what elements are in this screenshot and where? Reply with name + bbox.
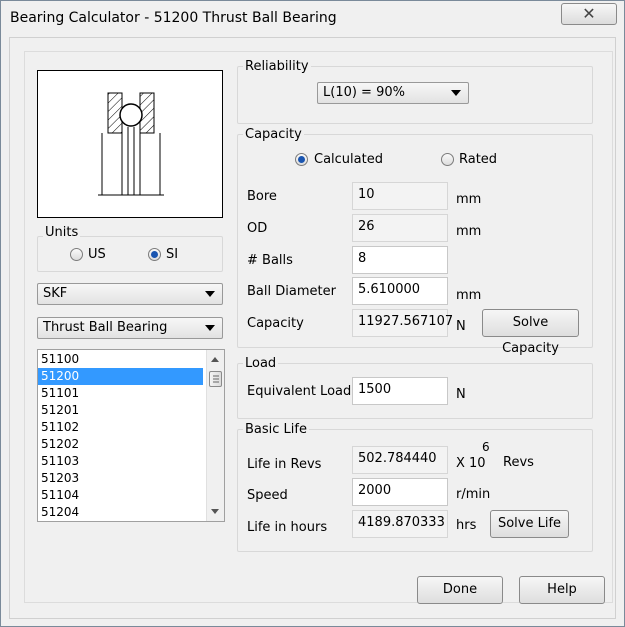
list-item[interactable]: 51103 bbox=[38, 453, 203, 470]
calculated-radio-dot bbox=[298, 156, 305, 163]
done-button[interactable]: Done bbox=[417, 576, 503, 604]
thrust-bearing-diagram bbox=[98, 92, 164, 196]
manufacturer-value: SKF bbox=[43, 286, 68, 301]
life-revs-multiplier: X 10 bbox=[456, 456, 486, 471]
od-field: 26 bbox=[352, 214, 448, 242]
solve-capacity-button[interactable]: Solve Capacity bbox=[482, 309, 579, 356]
solve-life-button[interactable]: Solve Life bbox=[490, 510, 569, 538]
grip-icon bbox=[213, 375, 219, 383]
speed-label: Speed bbox=[247, 488, 288, 503]
dialog-client: Units US SI SKF Thrust Ball Bearing 5110… bbox=[9, 37, 616, 619]
bearing-type-value: Thrust Ball Bearing bbox=[43, 320, 168, 335]
life-revs-unit: Revs bbox=[503, 455, 534, 470]
list-item[interactable]: 51100 bbox=[38, 351, 203, 368]
life-revs-field: 502.784440 bbox=[352, 446, 448, 474]
bore-field: 10 bbox=[352, 182, 448, 210]
dialog-panel: Units US SI SKF Thrust Ball Bearing 5110… bbox=[24, 51, 613, 603]
list-item[interactable]: 51203 bbox=[38, 470, 203, 487]
ball-diameter-label: Ball Diameter bbox=[247, 284, 336, 299]
list-item[interactable]: 51202 bbox=[38, 436, 203, 453]
balls-label: # Balls bbox=[247, 253, 293, 268]
units-si-label: SI bbox=[166, 247, 179, 262]
close-icon: ✕ bbox=[582, 4, 596, 23]
window-title: Bearing Calculator - 51200 Thrust Ball B… bbox=[10, 10, 337, 26]
calculated-radio[interactable] bbox=[295, 153, 308, 166]
list-item[interactable]: 51204 bbox=[38, 504, 203, 521]
load-group-label: Load bbox=[243, 356, 279, 371]
scroll-thumb[interactable] bbox=[209, 371, 222, 387]
list-item[interactable]: 51201 bbox=[38, 402, 203, 419]
rated-radio[interactable] bbox=[441, 153, 454, 166]
scroll-up-icon[interactable] bbox=[207, 353, 224, 367]
chevron-down-icon bbox=[205, 325, 215, 331]
units-us-label: US bbox=[88, 247, 106, 262]
capacity-group-label: Capacity bbox=[243, 127, 304, 142]
ball-diameter-unit: mm bbox=[456, 288, 482, 303]
bearing-type-select[interactable]: Thrust Ball Bearing bbox=[37, 317, 223, 339]
bearing-list[interactable]: 51100 51200 51101 51201 51102 51202 5110… bbox=[37, 349, 225, 522]
chevron-down-icon bbox=[205, 291, 215, 297]
list-item-selected[interactable]: 51200 bbox=[38, 368, 203, 385]
equivalent-load-label: Equivalent Load bbox=[247, 384, 352, 399]
manufacturer-select[interactable]: SKF bbox=[37, 283, 223, 305]
od-unit: mm bbox=[456, 224, 482, 239]
close-button[interactable]: ✕ bbox=[561, 3, 617, 25]
units-group-label: Units bbox=[43, 225, 81, 240]
reliability-group-label: Reliability bbox=[243, 59, 311, 74]
bearing-drawing bbox=[37, 70, 223, 218]
od-label: OD bbox=[247, 221, 268, 236]
bearing-calculator-window: Bearing Calculator - 51200 Thrust Ball B… bbox=[0, 0, 625, 627]
units-us-radio[interactable] bbox=[70, 248, 83, 261]
bore-unit: mm bbox=[456, 192, 482, 207]
equivalent-load-input[interactable]: 1500 bbox=[352, 377, 448, 405]
life-revs-label: Life in Revs bbox=[247, 457, 322, 472]
si-radio-dot bbox=[151, 251, 158, 258]
capacity-unit: N bbox=[456, 319, 466, 334]
life-hours-label: Life in hours bbox=[247, 520, 328, 535]
speed-input[interactable]: 2000 bbox=[352, 478, 448, 506]
bearing-list-items: 51100 51200 51101 51201 51102 51202 5110… bbox=[38, 351, 203, 521]
life-revs-exponent: 6 bbox=[482, 440, 490, 454]
equivalent-load-unit: N bbox=[456, 387, 466, 402]
bore-label: Bore bbox=[247, 189, 277, 204]
list-scrollbar[interactable] bbox=[206, 350, 224, 521]
calculated-label: Calculated bbox=[314, 152, 383, 167]
chevron-down-icon bbox=[451, 90, 461, 96]
help-button[interactable]: Help bbox=[519, 576, 605, 604]
capacity-label: Capacity bbox=[247, 316, 304, 331]
life-hours-unit: hrs bbox=[456, 518, 477, 533]
balls-input[interactable]: 8 bbox=[352, 246, 448, 274]
reliability-value: L(10) = 90% bbox=[323, 85, 405, 100]
title-bar: Bearing Calculator - 51200 Thrust Ball B… bbox=[1, 1, 624, 37]
units-si-radio[interactable] bbox=[148, 248, 161, 261]
reliability-select[interactable]: L(10) = 90% bbox=[317, 82, 469, 104]
scroll-down-icon[interactable] bbox=[207, 504, 224, 518]
units-group bbox=[37, 236, 223, 272]
speed-unit: r/min bbox=[456, 487, 491, 502]
basic-life-group-label: Basic Life bbox=[243, 422, 309, 437]
list-item[interactable]: 51101 bbox=[38, 385, 203, 402]
list-item[interactable]: 51104 bbox=[38, 487, 203, 504]
ball-diameter-input[interactable]: 5.610000 bbox=[352, 277, 448, 305]
rated-label: Rated bbox=[459, 152, 498, 167]
life-hours-field: 4189.870333 bbox=[352, 510, 448, 538]
list-item[interactable]: 51102 bbox=[38, 419, 203, 436]
capacity-field: 11927.567107 bbox=[352, 309, 453, 337]
